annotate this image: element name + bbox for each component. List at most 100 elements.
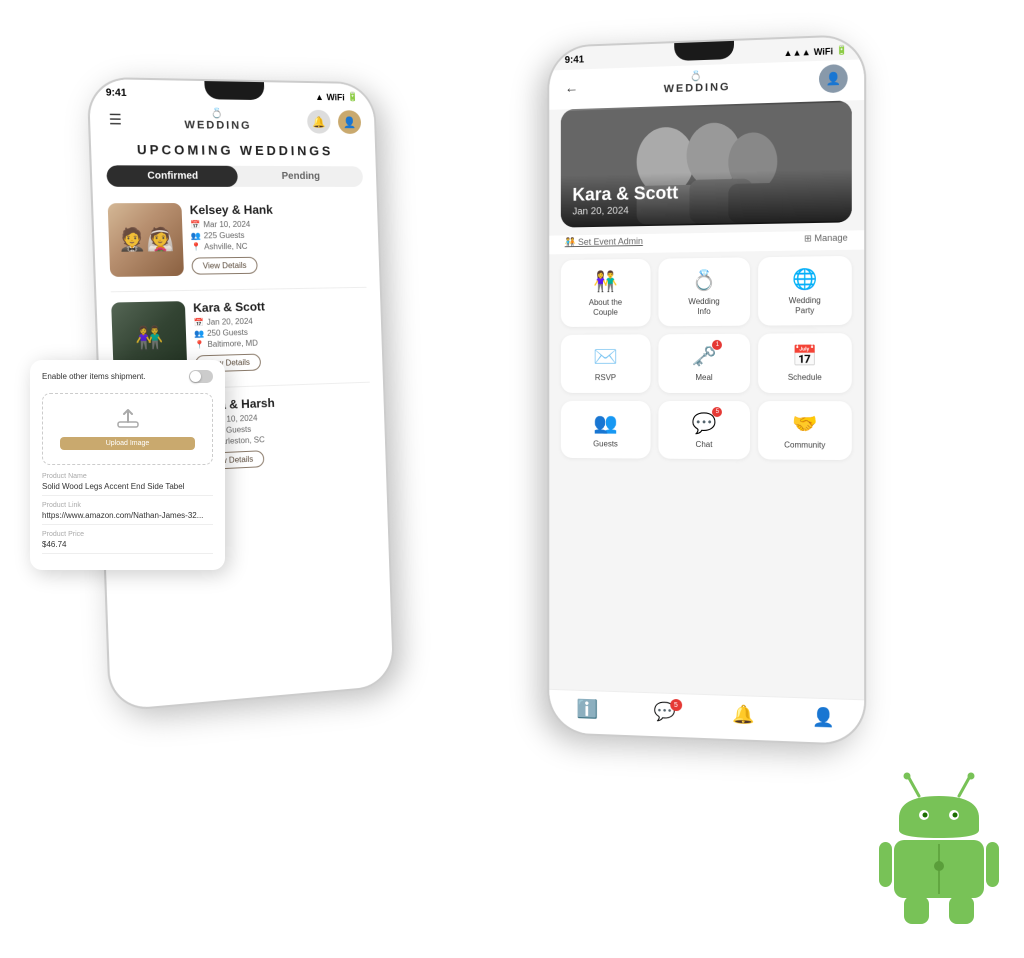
- grid-item-chat[interactable]: 💬 5 Chat: [658, 401, 750, 460]
- phone-right: 9:41 ▲▲▲ WiFi 🔋 ← 💍 WEDDING 👤: [547, 34, 866, 746]
- upload-area[interactable]: Upload Image: [42, 393, 213, 465]
- couple-name-kara: Kara & Scott: [193, 298, 367, 316]
- battery-icon-left: 🔋: [347, 92, 358, 103]
- set-event-admin[interactable]: 🧑‍🤝‍🧑 Set Event Admin: [565, 236, 643, 248]
- android-robot: [874, 768, 1004, 918]
- chat-badge: 5: [712, 407, 722, 417]
- tab-confirmed[interactable]: Confirmed: [106, 165, 238, 187]
- tab-pending[interactable]: Pending: [237, 166, 363, 187]
- community-icon: 🤝: [764, 411, 845, 437]
- notch: [204, 81, 264, 100]
- product-price-value: $46.74: [42, 540, 213, 554]
- wedding-card-kelsey: 🤵👰 Kelsey & Hank 📅 Mar 10, 2024 👥 225 Gu…: [107, 197, 366, 283]
- info-nav-icon: ℹ️: [577, 699, 599, 721]
- toggle-label: Enable other items shipment.: [42, 372, 146, 381]
- enable-shipment-toggle[interactable]: [189, 370, 213, 383]
- nav-profile[interactable]: 👤: [812, 707, 835, 729]
- grid-item-wedding-party[interactable]: 🌐 WeddingParty: [758, 256, 852, 326]
- wedding-party-label: WeddingParty: [764, 296, 845, 316]
- chat-label: Chat: [664, 440, 744, 450]
- schedule-label: Schedule: [764, 373, 845, 383]
- bottom-navigation: ℹ️ 💬 5 🔔 👤: [549, 689, 864, 744]
- time-left: 9:41: [106, 87, 127, 99]
- user-avatar-left[interactable]: 👤: [338, 110, 362, 134]
- grid-item-wedding-info[interactable]: 💍 WeddingInfo: [658, 257, 750, 326]
- signal-icon-right: ▲▲▲: [784, 47, 811, 58]
- guests-icon: 👥: [190, 231, 200, 240]
- location-icon: 📍: [191, 242, 201, 251]
- calendar-icon-2: 📅: [194, 318, 204, 327]
- bell-nav-icon: 🔔: [732, 704, 755, 726]
- rsvp-label: RSVP: [567, 373, 645, 383]
- nav-chat[interactable]: 💬 5: [654, 701, 676, 723]
- back-button[interactable]: ←: [565, 79, 579, 95]
- manage-button[interactable]: ⊞ Manage: [804, 233, 848, 245]
- location-icon-2: 📍: [194, 340, 204, 349]
- wedding-info-icon: 💍: [664, 267, 744, 293]
- grid-item-guests[interactable]: 👥 Guests: [561, 401, 651, 459]
- upload-icon: [43, 408, 212, 433]
- grid-item-couple[interactable]: 👫 About theCouple: [561, 259, 651, 327]
- hero-banner: Kara & Scott Jan 20, 2024: [561, 100, 852, 227]
- grid-menu: 👫 About theCouple 💍 WeddingInfo 🌐 Weddin…: [549, 250, 864, 467]
- meal-badge: 1: [712, 340, 722, 350]
- signal-icon-left: ▲: [315, 92, 324, 102]
- schedule-icon: 📅: [764, 343, 845, 369]
- scene: 9:41 ▲ WiFi 🔋 ☰ 💍 WEDDING 🔔: [0, 0, 1024, 958]
- meal-label: Meal: [664, 373, 744, 383]
- community-label: Community: [764, 440, 845, 450]
- view-details-kelsey[interactable]: View Details: [191, 257, 257, 275]
- wedding-location-kara: 📍 Baltimore, MD: [194, 336, 368, 350]
- notch-right: [674, 41, 734, 61]
- tabs-row-left: Confirmed Pending: [106, 165, 363, 187]
- wedding-guests-kelsey: 👥 225 Guests: [190, 230, 364, 240]
- time-right: 9:41: [565, 54, 584, 66]
- wedding-info-label: WeddingInfo: [664, 297, 744, 317]
- left-app-header: ☰ 💍 WEDDING 🔔 👤: [89, 103, 374, 140]
- couple-name-kelsey: Kelsey & Hank: [190, 203, 365, 218]
- grid-item-community[interactable]: 🤝 Community: [758, 401, 852, 461]
- android-svg: [874, 768, 1004, 928]
- wedding-logo-right: 💍 WEDDING: [664, 71, 731, 96]
- profile-nav-icon: 👤: [812, 707, 835, 729]
- user-avatar-right[interactable]: 👤: [819, 64, 848, 93]
- wedding-date-kelsey: 📅 Mar 10, 2024: [190, 219, 364, 229]
- grid-item-meal[interactable]: 🗝️ 1 Meal: [658, 334, 750, 393]
- product-link-value: https://www.amazon.com/Nathan-James-32..…: [42, 511, 213, 525]
- grid-item-schedule[interactable]: 📅 Schedule: [758, 333, 852, 393]
- wedding-info-kelsey: Kelsey & Hank 📅 Mar 10, 2024 👥 225 Guest…: [190, 203, 367, 276]
- notification-bell-left[interactable]: 🔔: [307, 110, 331, 134]
- product-name-value: Solid Wood Legs Accent End Side Tabel: [42, 482, 213, 496]
- wifi-icon-left: WiFi: [326, 92, 344, 102]
- rsvp-icon: ✉️: [567, 344, 645, 369]
- couple-label: About theCouple: [567, 298, 645, 318]
- guests-label: Guests: [567, 439, 645, 449]
- hero-overlay: Kara & Scott Jan 20, 2024: [561, 169, 852, 228]
- ring-icon-left: 💍: [184, 108, 252, 120]
- wedding-logo-left: 💍 WEDDING: [184, 108, 252, 132]
- screen-right: 9:41 ▲▲▲ WiFi 🔋 ← 💍 WEDDING 👤: [549, 36, 864, 744]
- page-title-left: UPCOMING WEDDINGS: [91, 142, 376, 159]
- product-price-label: Product Price: [42, 531, 213, 538]
- toggle-row: Enable other items shipment.: [42, 370, 213, 383]
- wedding-photo-kelsey: 🤵👰: [108, 203, 184, 277]
- grid-item-rsvp[interactable]: ✉️ RSVP: [561, 335, 651, 393]
- guests-icon-2: 👥: [194, 329, 204, 338]
- upload-image-button[interactable]: Upload Image: [60, 437, 195, 450]
- calendar-icon: 📅: [190, 220, 200, 229]
- wedding-location-kelsey: 📍 Ashville, NC: [191, 241, 365, 252]
- floating-product-card: Enable other items shipment. Upload Imag…: [30, 360, 225, 570]
- couple-icon: 👫: [567, 269, 645, 295]
- meal-icon-wrapper: 🗝️ 1: [692, 344, 717, 373]
- guests-menu-icon: 👥: [567, 410, 645, 435]
- nav-notifications[interactable]: 🔔: [732, 704, 755, 726]
- nav-info[interactable]: ℹ️: [577, 699, 599, 721]
- hamburger-menu[interactable]: ☰: [104, 108, 126, 130]
- wifi-icon-right: WiFi: [814, 46, 833, 57]
- chat-nav-badge: 5: [670, 699, 682, 711]
- product-name-label: Product Name: [42, 473, 213, 480]
- header-icons-left: 🔔 👤: [307, 110, 362, 134]
- battery-icon-right: 🔋: [836, 45, 848, 57]
- chat-icon-wrapper: 💬 5: [692, 411, 717, 440]
- toggle-knob: [190, 371, 201, 382]
